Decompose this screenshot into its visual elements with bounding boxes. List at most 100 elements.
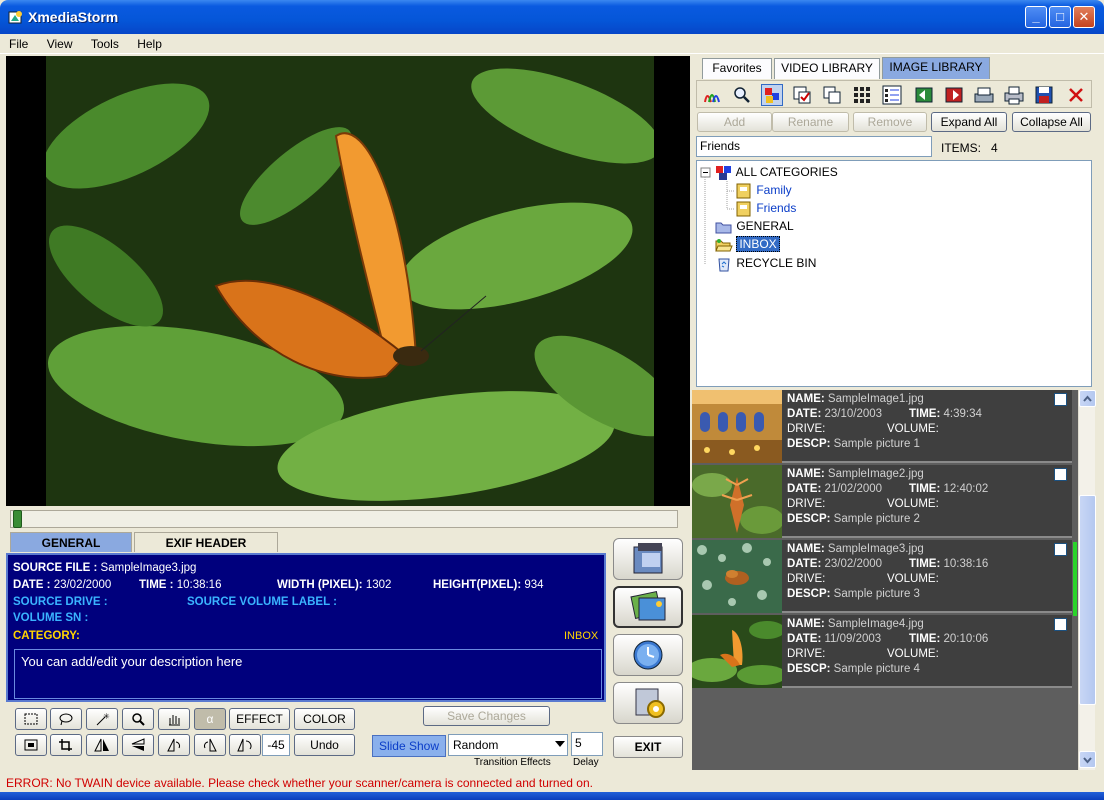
rename-category-button[interactable]: Rename bbox=[772, 112, 849, 132]
delay-input[interactable]: 5 bbox=[571, 732, 603, 756]
menu-file[interactable]: File bbox=[0, 34, 34, 51]
rotate-angle-input[interactable]: -45 bbox=[262, 734, 290, 756]
scheduler-button[interactable] bbox=[613, 634, 683, 676]
tree-item-recycle-bin[interactable]: RECYCLE BIN bbox=[715, 256, 816, 272]
tree-item-inbox[interactable]: INBOX bbox=[715, 236, 780, 253]
description-field[interactable]: You can add/edit your description here bbox=[14, 649, 602, 699]
magic-wand-button[interactable]: ✳ bbox=[86, 708, 118, 730]
scanner-icon[interactable] bbox=[973, 84, 995, 106]
exit-button[interactable]: EXIT bbox=[613, 736, 683, 758]
save-icon[interactable] bbox=[1033, 84, 1055, 106]
settings-button[interactable] bbox=[613, 682, 683, 724]
crop-button[interactable] bbox=[50, 734, 82, 756]
transition-effects-select[interactable]: Random bbox=[448, 734, 568, 756]
import-icon[interactable] bbox=[913, 84, 935, 106]
thumb-name: SampleImage3.jpg bbox=[827, 543, 924, 555]
seek-slider-handle[interactable] bbox=[13, 510, 22, 528]
tree-item-family[interactable]: Family bbox=[735, 183, 792, 199]
printer-icon[interactable] bbox=[1003, 84, 1025, 106]
list-item[interactable]: NAME: SampleImage2.jpg DATE: 21/02/2000 … bbox=[692, 465, 1072, 538]
expand-all-button[interactable]: Expand All bbox=[931, 112, 1007, 132]
effect-button[interactable]: EFFECT bbox=[229, 708, 290, 730]
crop-icon bbox=[59, 739, 72, 751]
copy-icon[interactable] bbox=[821, 84, 843, 106]
select-checkbox[interactable] bbox=[1054, 543, 1067, 556]
time-label: TIME: bbox=[909, 558, 941, 570]
thumb-name-row: NAME: SampleImage3.jpg bbox=[787, 543, 924, 555]
tab-exif-header[interactable]: EXIF HEADER bbox=[134, 532, 278, 552]
delete-icon[interactable] bbox=[1065, 84, 1087, 106]
collapse-all-button[interactable]: Collapse All bbox=[1012, 112, 1091, 132]
drive-label: DRIVE: bbox=[787, 573, 826, 585]
thumb-name-row: NAME: SampleImage4.jpg bbox=[787, 618, 924, 630]
info-tabs: GENERAL EXIF HEADER bbox=[10, 532, 606, 552]
scroll-up-arrow[interactable] bbox=[1079, 390, 1096, 407]
maximize-button[interactable]: □ bbox=[1049, 6, 1071, 28]
undo-button[interactable]: Undo bbox=[294, 734, 355, 756]
search-icon[interactable] bbox=[731, 84, 753, 106]
color-chart-icon[interactable] bbox=[701, 84, 723, 106]
select-checkbox[interactable] bbox=[1054, 468, 1067, 481]
category-icon[interactable] bbox=[761, 84, 783, 106]
list-item[interactable]: NAME: SampleImage1.jpg DATE: 23/10/2003 … bbox=[692, 390, 1072, 463]
items-label: ITEMS: bbox=[941, 141, 982, 155]
tab-image-library[interactable]: IMAGE LIBRARY bbox=[882, 57, 990, 79]
color-button[interactable]: COLOR bbox=[294, 708, 355, 730]
tab-video-library[interactable]: VIDEO LIBRARY bbox=[774, 58, 880, 79]
seek-slider-track[interactable] bbox=[10, 510, 678, 528]
export-icon[interactable] bbox=[943, 84, 965, 106]
image-mode-button[interactable] bbox=[613, 586, 683, 628]
menu-help[interactable]: Help bbox=[128, 34, 168, 51]
transition-effects-label: Transition Effects bbox=[474, 757, 551, 768]
rotate-angle-button[interactable] bbox=[229, 734, 261, 756]
list-view-icon[interactable] bbox=[881, 84, 903, 106]
tree-all-categories[interactable]: ALL CATEGORIES bbox=[715, 165, 838, 181]
scroll-down-arrow[interactable] bbox=[1079, 751, 1096, 768]
thumb-date-row: DATE: 21/02/2000 bbox=[787, 483, 882, 495]
thumb-descp: Sample picture 1 bbox=[833, 438, 920, 450]
category-name-field[interactable]: Friends bbox=[696, 136, 932, 157]
thumbnail-scrollbar[interactable] bbox=[1078, 390, 1096, 770]
tree-item-friends[interactable]: Friends bbox=[735, 201, 796, 217]
select-rect-button[interactable] bbox=[15, 708, 47, 730]
butterfly-photo bbox=[46, 56, 654, 506]
check-select-icon[interactable] bbox=[791, 84, 813, 106]
thumb-date: 23/10/2003 bbox=[824, 408, 883, 420]
menu-bar: File View Tools Help bbox=[0, 34, 1104, 54]
close-button[interactable]: ✕ bbox=[1073, 6, 1095, 28]
chevron-down-icon[interactable] bbox=[555, 741, 565, 747]
pan-button[interactable] bbox=[158, 708, 190, 730]
volume-sn-label: VOLUME SN : bbox=[13, 612, 89, 624]
grid-view-icon[interactable] bbox=[851, 84, 873, 106]
tree-item-general[interactable]: GENERAL bbox=[715, 219, 794, 235]
tab-favorites[interactable]: Favorites bbox=[702, 58, 772, 79]
tab-general[interactable]: GENERAL bbox=[10, 532, 132, 552]
rotate-right-button[interactable] bbox=[194, 734, 226, 756]
remove-category-button[interactable]: Remove bbox=[853, 112, 927, 132]
volume-label: VOLUME: bbox=[887, 423, 939, 435]
select-checkbox[interactable] bbox=[1054, 618, 1067, 631]
select-checkbox[interactable] bbox=[1054, 393, 1067, 406]
save-changes-button[interactable]: Save Changes bbox=[423, 706, 550, 726]
lasso-button[interactable] bbox=[50, 708, 82, 730]
menu-tools[interactable]: Tools bbox=[82, 34, 125, 51]
window-title: XmediaStorm bbox=[28, 9, 119, 25]
zoom-button[interactable] bbox=[122, 708, 154, 730]
thumb-descp: Sample picture 3 bbox=[833, 588, 920, 600]
minimize-button[interactable]: _ bbox=[1025, 6, 1047, 28]
image-viewer[interactable] bbox=[6, 56, 690, 506]
flip-vertical-button[interactable] bbox=[122, 734, 154, 756]
date-label: DATE: bbox=[787, 558, 822, 570]
rotate-left-button[interactable] bbox=[158, 734, 190, 756]
alpha-button[interactable]: α bbox=[194, 708, 226, 730]
list-item[interactable]: NAME: SampleImage4.jpg DATE: 11/09/2003 … bbox=[692, 615, 1072, 688]
thumb-descp: Sample picture 4 bbox=[833, 663, 920, 675]
menu-view[interactable]: View bbox=[38, 34, 79, 51]
resize-button[interactable] bbox=[15, 734, 47, 756]
add-category-button[interactable]: Add bbox=[697, 112, 772, 132]
list-item[interactable]: NAME: SampleImage3.jpg DATE: 23/02/2000 … bbox=[692, 540, 1072, 613]
slide-show-button[interactable]: Slide Show bbox=[372, 735, 446, 757]
video-mode-button[interactable] bbox=[613, 538, 683, 580]
flip-horizontal-button[interactable] bbox=[86, 734, 118, 756]
scroll-thumb[interactable] bbox=[1079, 495, 1096, 705]
